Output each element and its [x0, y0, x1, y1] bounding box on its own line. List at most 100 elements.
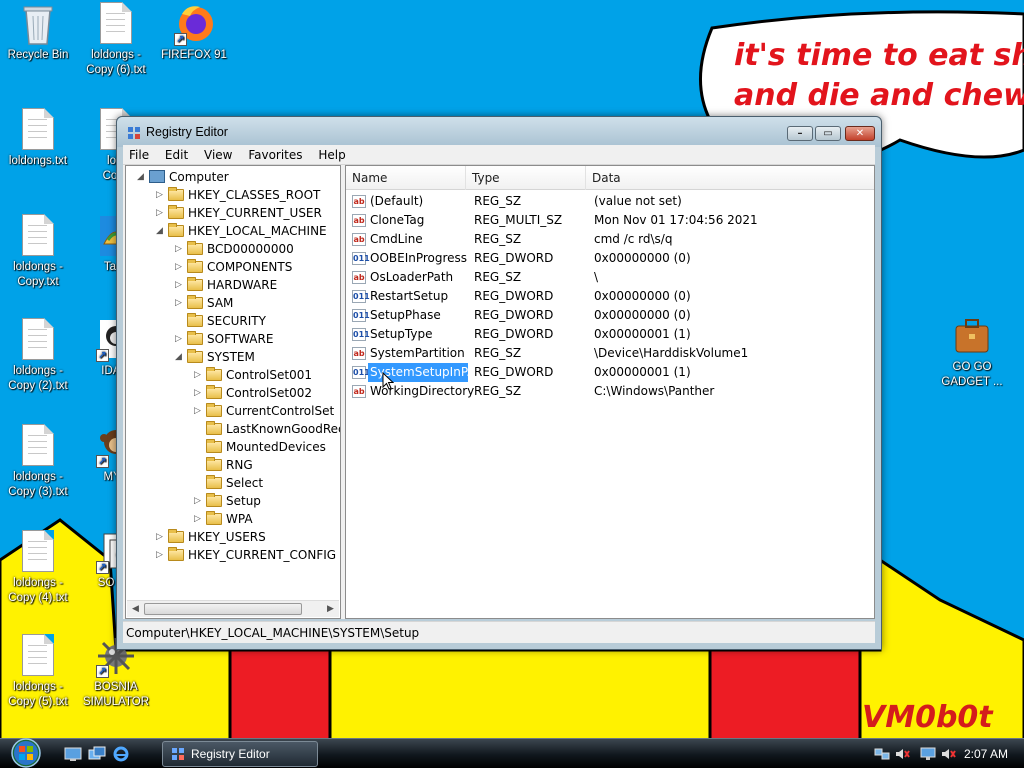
tree-node-select[interactable]: Select	[126, 474, 340, 492]
column-header-data[interactable]: Data	[586, 166, 874, 190]
maximize-button[interactable]: ▭	[815, 126, 841, 141]
tree-node-system[interactable]: ◢ SYSTEM	[126, 348, 340, 366]
expand-arrow-icon[interactable]: ▷	[174, 263, 183, 272]
tree-node-lastknowngoodreco[interactable]: LastKnownGoodReco	[126, 420, 340, 438]
taskbar-button-label: Registry Editor	[191, 747, 270, 761]
menu-view[interactable]: View	[198, 145, 238, 165]
value-row[interactable]: 011 OOBEInProgress REG_DWORD 0x00000000 (0)	[348, 249, 874, 268]
menu-favorites[interactable]: Favorites	[242, 145, 308, 165]
key-tree-pane[interactable]: ◢ Computer ▷ HKEY_CLASSES_ROOT ▷ HKEY_CURRENT…	[125, 165, 341, 619]
value-data: \	[594, 270, 599, 284]
value-row[interactable]: ab WorkingDirectory REG_SZ C:\Windows\Panth…	[348, 382, 874, 401]
tree-node-rng[interactable]: RNG	[126, 456, 340, 474]
folder-icon	[187, 241, 203, 255]
tree-node-wpa[interactable]: ▷ WPA	[126, 510, 340, 528]
expand-arrow-icon[interactable]: ▷	[155, 209, 164, 218]
value-row[interactable]: ab (Default) REG_SZ (value not set)	[348, 192, 874, 211]
scroll-right-button[interactable]: ▶	[323, 602, 338, 617]
tree-node-label: LastKnownGoodReco	[226, 422, 341, 436]
tree-node-hkey-current-user[interactable]: ▷ HKEY_CURRENT_USER	[126, 204, 340, 222]
tree-node-controlset001[interactable]: ▷ ControlSet001	[126, 366, 340, 384]
tree-node-setup[interactable]: ▷ Setup	[126, 492, 340, 510]
scroll-left-button[interactable]: ◀	[128, 602, 143, 617]
expand-arrow-icon[interactable]: ▷	[193, 497, 202, 506]
value-row[interactable]: 011 SetupType REG_DWORD 0x00000001 (1)	[348, 325, 874, 344]
tree-node-currentcontrolset[interactable]: ▷ CurrentControlSet	[126, 402, 340, 420]
tree-node-bcd00000000[interactable]: ▷ BCD00000000	[126, 240, 340, 258]
switch-windows-icon[interactable]	[88, 746, 106, 762]
internet-explorer-icon[interactable]	[112, 746, 130, 762]
desktop-icon-label: loldongs - Copy (3).txt	[8, 471, 68, 498]
expand-arrow-icon[interactable]: ▷	[193, 515, 202, 524]
tree-node-hkey-classes-root[interactable]: ▷ HKEY_CLASSES_ROOT	[126, 186, 340, 204]
value-row[interactable]: ab SystemPartition REG_SZ \Device\HarddiskV…	[348, 344, 874, 363]
expand-arrow-icon[interactable]: ▷	[174, 281, 183, 290]
desktop-icon-go-go-gadget[interactable]: GO GO GADGET ...	[934, 314, 1010, 390]
tree-node-components[interactable]: ▷ COMPONENTS	[126, 258, 340, 276]
desktop-icon-loldongs-copy-3[interactable]: loldongs - Copy (3).txt	[0, 424, 76, 500]
minimize-button[interactable]: –	[787, 126, 813, 141]
start-button[interactable]	[6, 737, 46, 768]
values-list-pane[interactable]: Name Type Data ab (Default) REG_SZ (value n…	[345, 165, 875, 619]
tree-node-hkey-users[interactable]: ▷ HKEY_USERS	[126, 528, 340, 546]
desktop-icon-label: loldongs - Copy (4).txt	[8, 577, 68, 604]
expand-arrow-icon[interactable]: ▷	[174, 299, 183, 308]
expand-arrow-icon[interactable]: ▷	[174, 245, 183, 254]
tree-node-mounteddevices[interactable]: MountedDevices	[126, 438, 340, 456]
expand-arrow-icon[interactable]: ▷	[155, 551, 164, 560]
expand-arrow-icon[interactable]: ▷	[193, 389, 202, 398]
tree-node-security[interactable]: SECURITY	[126, 312, 340, 330]
title-bar[interactable]: Registry Editor – ▭ ✕	[117, 117, 881, 147]
recycle-bin-icon	[18, 2, 58, 46]
menu-edit[interactable]: Edit	[159, 145, 194, 165]
value-row[interactable]: ab CloneTag REG_MULTI_SZ Mon Nov 01 17:04:5…	[348, 211, 874, 230]
value-data: 0x00000000 (0)	[594, 289, 691, 303]
show-desktop-icon[interactable]	[64, 746, 82, 762]
expand-arrow-icon[interactable]: ▷	[155, 191, 164, 200]
collapse-arrow-icon[interactable]: ◢	[174, 353, 183, 362]
tree-node-hardware[interactable]: ▷ HARDWARE	[126, 276, 340, 294]
close-button[interactable]: ✕	[845, 126, 875, 141]
volume-icon[interactable]	[940, 746, 956, 762]
collapse-arrow-icon[interactable]: ◢	[155, 227, 164, 236]
tree-node-software[interactable]: ▷ SOFTWARE	[126, 330, 340, 348]
collapse-arrow-icon[interactable]: ◢	[136, 173, 145, 182]
monitor-icon[interactable]	[920, 746, 936, 762]
tree-horizontal-scrollbar[interactable]: ◀ ▶	[127, 600, 339, 617]
desktop-icon-loldongs-copy-6[interactable]: loldongs - Copy (6).txt	[78, 2, 154, 78]
value-row[interactable]: 011 SystemSetupInP... REG_DWORD 0x00000001 …	[348, 363, 874, 382]
expand-arrow-icon[interactable]: ▷	[193, 407, 202, 416]
scroll-thumb[interactable]	[144, 603, 302, 615]
desktop-icon-loldongs-copy-4[interactable]: loldongs - Copy (4).txt	[0, 530, 76, 606]
folder-icon	[206, 457, 222, 471]
clock[interactable]: 2:07 AM	[964, 745, 1008, 763]
column-header-type[interactable]: Type	[466, 166, 586, 190]
desktop-icon-firefox-91[interactable]: ↗ FIREFOX 91	[156, 2, 232, 63]
tree-node-label: HARDWARE	[207, 278, 278, 292]
desktop-icon-loldongs-copy-5[interactable]: loldongs - Copy (5).txt	[0, 634, 76, 710]
network-icon[interactable]	[874, 746, 890, 762]
tree-node-hkey-local-machine[interactable]: ◢ HKEY_LOCAL_MACHINE	[126, 222, 340, 240]
expand-arrow-icon[interactable]: ▷	[155, 533, 164, 542]
taskbar-button-registry-editor[interactable]: Registry Editor	[162, 741, 318, 767]
value-row[interactable]: 011 SetupPhase REG_DWORD 0x00000000 (0)	[348, 306, 874, 325]
desktop-icon-loldongs-copy[interactable]: loldongs - Copy.txt	[0, 214, 76, 290]
expand-arrow-icon[interactable]: ▷	[193, 371, 202, 380]
tree-node-sam[interactable]: ▷ SAM	[126, 294, 340, 312]
value-row[interactable]: ab OsLoaderPath REG_SZ \	[348, 268, 874, 287]
menu-file[interactable]: File	[123, 145, 155, 165]
column-header-name[interactable]: Name	[346, 166, 466, 190]
desktop-icon-loldongs-copy-2[interactable]: loldongs - Copy (2).txt	[0, 318, 76, 394]
speaker-muted-icon[interactable]	[894, 746, 910, 762]
value-row[interactable]: 011 RestartSetup REG_DWORD 0x00000000 (0)	[348, 287, 874, 306]
value-row[interactable]: ab CmdLine REG_SZ cmd /c rd\s/q	[348, 230, 874, 249]
tree-node-controlset002[interactable]: ▷ ControlSet002	[126, 384, 340, 402]
desktop-icon-loldongs[interactable]: loldongs.txt	[0, 108, 76, 169]
tree-node-computer[interactable]: ◢ Computer	[126, 168, 340, 186]
desktop-icon-recycle-bin[interactable]: Recycle Bin	[0, 2, 76, 63]
binary-value-icon: 011	[352, 252, 370, 265]
tree-node-hkey-current-config[interactable]: ▷ HKEY_CURRENT_CONFIG	[126, 546, 340, 564]
registry-editor-window[interactable]: Registry Editor – ▭ ✕ File Edit View Fav…	[116, 116, 882, 650]
menu-help[interactable]: Help	[312, 145, 351, 165]
expand-arrow-icon[interactable]: ▷	[174, 335, 183, 344]
